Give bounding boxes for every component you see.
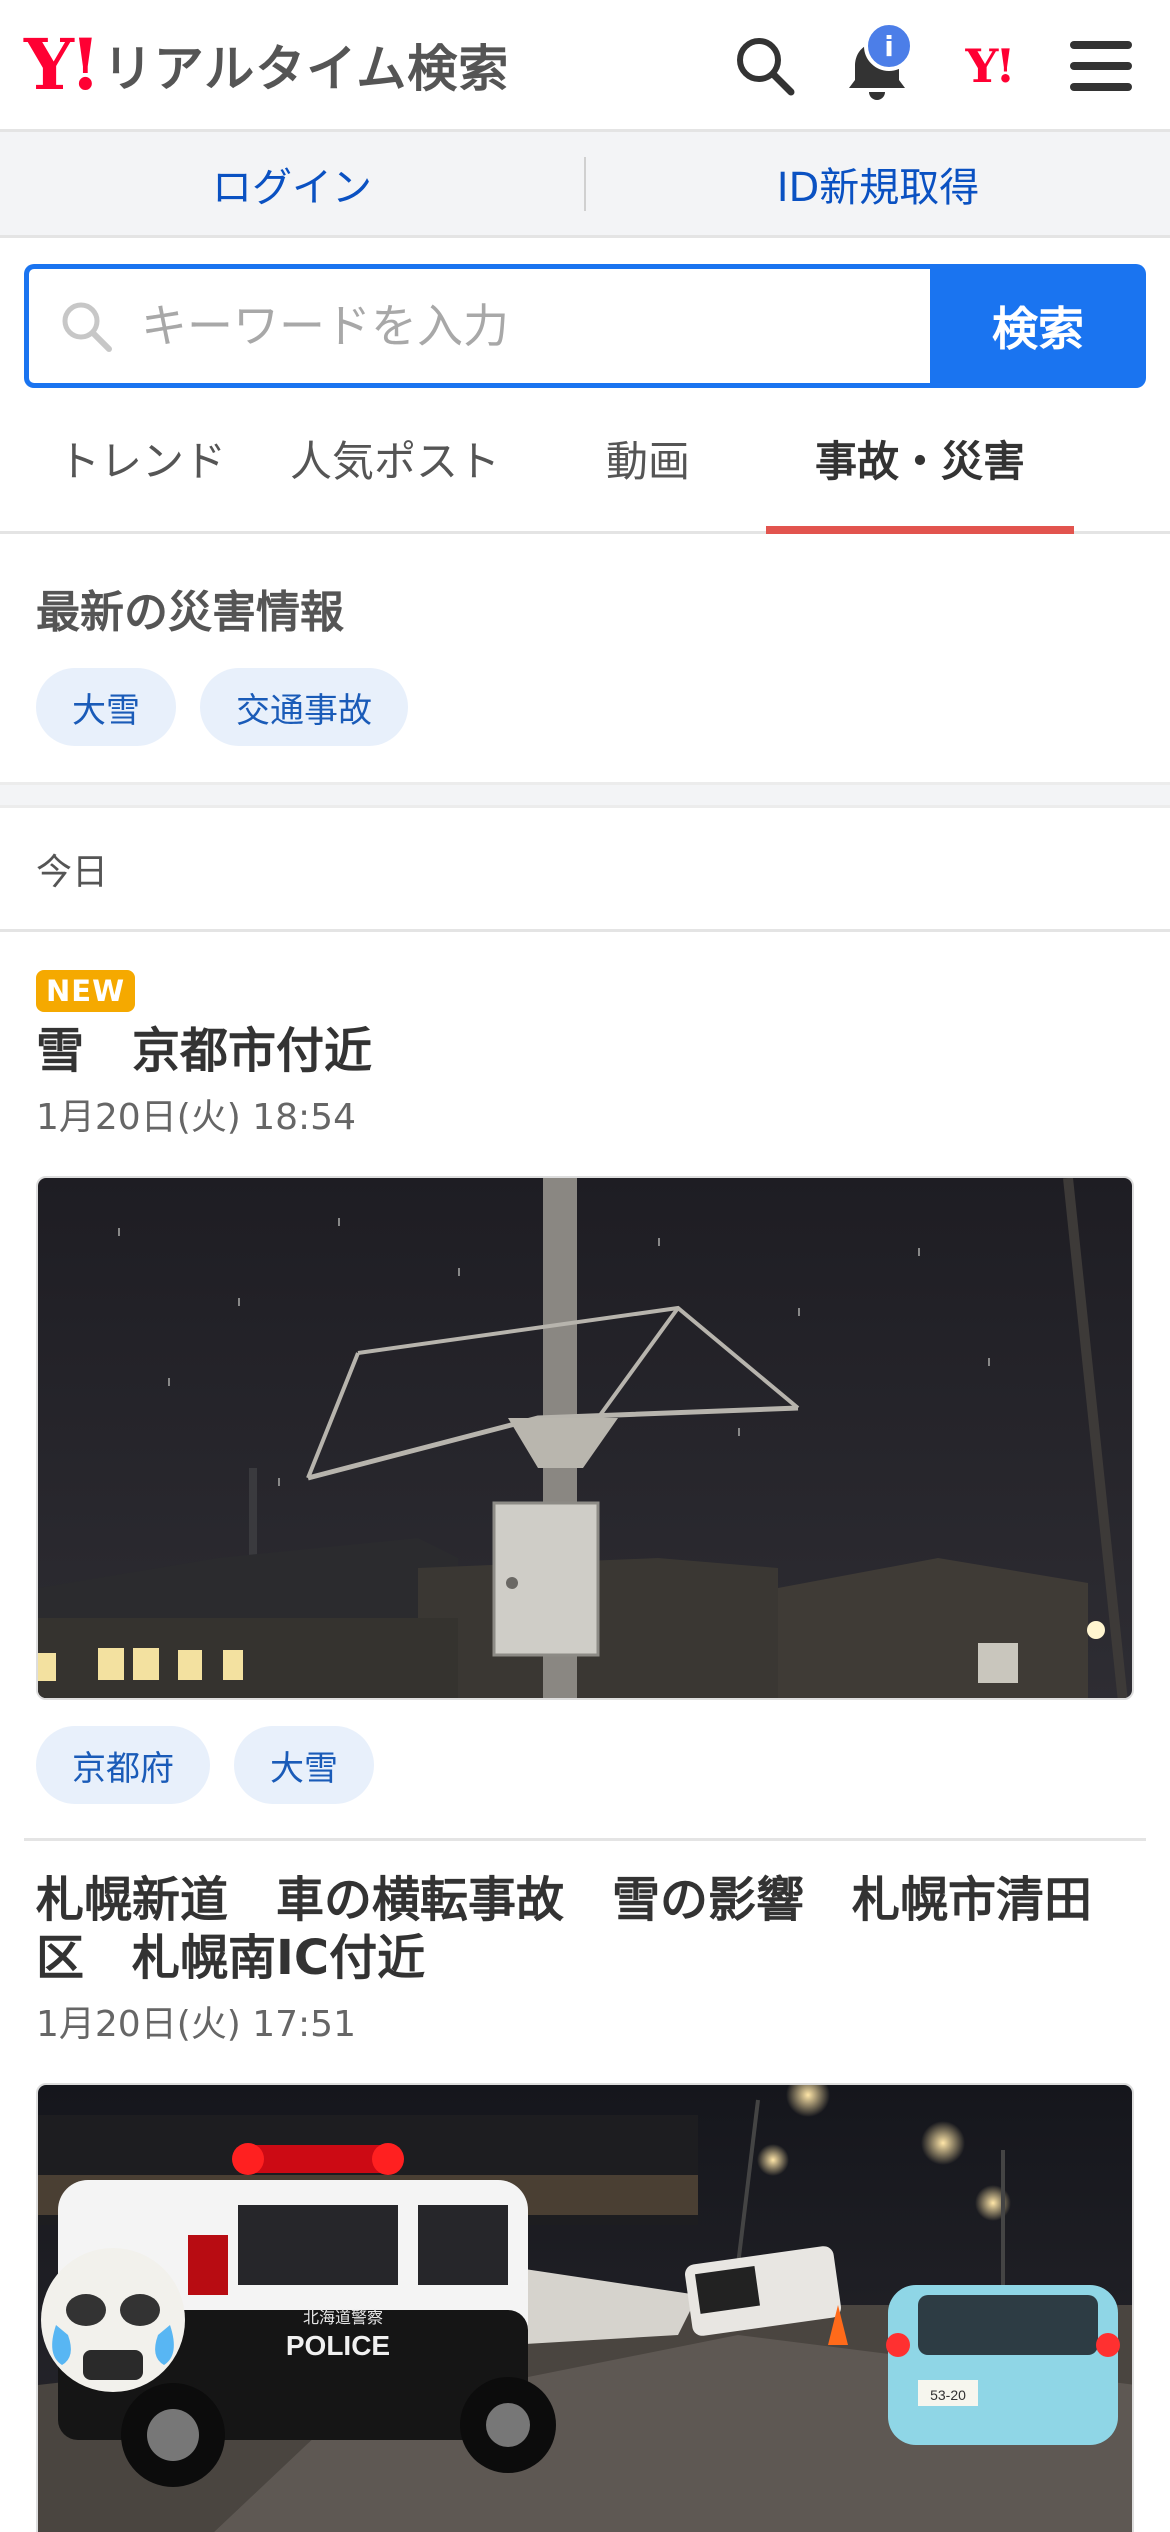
yahoo-realtime-logo[interactable]: Y! リアルタイム検索 [24, 29, 509, 101]
notification-bell-icon[interactable]: i [832, 21, 922, 111]
crying-skull-emoji-icon [41, 2248, 185, 2392]
section-gap [0, 782, 1170, 808]
tab-popular-posts[interactable]: 人気ポスト [260, 385, 530, 531]
article-title[interactable]: 札幌新道 車の横転事故 雪の影響 札幌市清田区 札幌南IC付近 [36, 1871, 1134, 1987]
article-time: 1月20日(火) 17:51 [36, 2004, 356, 2045]
chip-heavy-snow[interactable]: 大雪 [234, 1726, 374, 1804]
yahoo-logo-icon[interactable]: Y! [944, 21, 1034, 111]
article-image-police-accident[interactable]: POLICE 北海道警察 53-20 [36, 2083, 1134, 2532]
category-tabs: トレンド 人気ポスト 動画 事故・災害 [0, 388, 1170, 534]
chip-traffic-accident[interactable]: 交通事故 [200, 668, 408, 746]
signup-link[interactable]: ID新規取得 [586, 155, 1170, 213]
search-input[interactable] [141, 299, 841, 353]
service-name: リアルタイム検索 [102, 39, 510, 98]
tab-trend[interactable]: トレンド [24, 385, 260, 531]
article-chips: 京都府 大雪 [36, 1700, 1134, 1838]
chip-kyoto[interactable]: 京都府 [36, 1726, 210, 1804]
header-icons: i Y! [698, 0, 1146, 132]
yahoo-small-logo: Y! [965, 39, 1015, 93]
tab-accidents-disasters[interactable]: 事故・災害 [766, 385, 1074, 534]
search-button[interactable]: 検索 [930, 264, 1146, 388]
search-input-icon [62, 302, 112, 352]
login-link[interactable]: ログイン [0, 155, 584, 213]
chip-heavy-snow[interactable]: 大雪 [36, 668, 176, 746]
search-icon[interactable] [720, 21, 810, 111]
search-bar: 検索 [24, 264, 1146, 388]
hamburger-menu-icon[interactable] [1056, 21, 1146, 111]
license-plate-text: 53-20 [930, 2387, 966, 2403]
search-box [24, 264, 930, 388]
article-time: 1月20日(火) 18:54 [36, 1097, 356, 1138]
police-car-label: 北海道警察 [303, 2308, 383, 2327]
article-image-snow-pole[interactable] [36, 1176, 1134, 1700]
yahoo-logo-mark: Y! [24, 22, 101, 106]
app-header: Y! リアルタイム検索 i Y! [0, 0, 1170, 132]
date-header: 今日 [0, 808, 1170, 932]
article-card[interactable]: NEW 雪 京都市付近 1月20日(火) 18:54 京都府 大雪 [0, 932, 1170, 1838]
new-badge: NEW [36, 970, 136, 1012]
notification-badge: i [864, 21, 914, 71]
article-title[interactable]: 雪 京都市付近 [36, 1022, 1134, 1080]
disaster-chips: 大雪 交通事故 [0, 640, 1170, 782]
police-car-text: POLICE [286, 2330, 390, 2361]
article-card[interactable]: 札幌新道 車の横転事故 雪の影響 札幌市清田区 札幌南IC付近 1月20日(火)… [0, 1841, 1170, 2532]
login-bar: ログイン ID新規取得 [0, 132, 1170, 238]
disaster-section-title: 最新の災害情報 [36, 587, 344, 638]
tab-videos[interactable]: 動画 [530, 385, 766, 531]
